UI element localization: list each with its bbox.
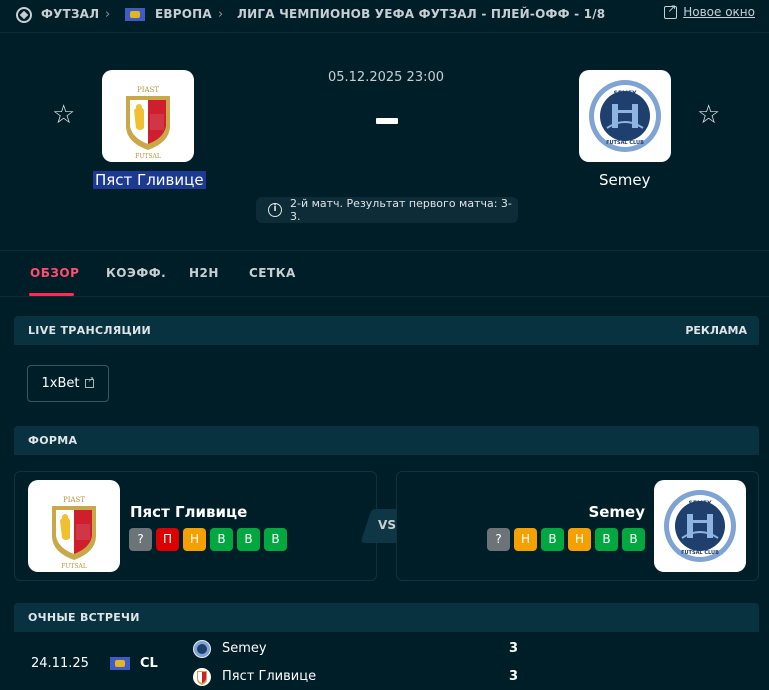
- live-section-header: LIVE ТРАНСЛЯЦИИ РЕКЛАМА: [14, 316, 759, 345]
- h2h-team2-name: Пяст Гливице: [222, 669, 317, 684]
- h2h-match-date: 24.11.25: [31, 656, 89, 671]
- away-team-name[interactable]: Semey: [599, 171, 650, 189]
- h2h-team1-score: 3: [509, 641, 519, 656]
- away-form-badges: ? Н В Н В В: [487, 528, 645, 551]
- tab-overview[interactable]: ОБЗОР: [30, 266, 79, 280]
- logo-text: FUTSAL: [135, 153, 161, 160]
- h2h-section-header: ОЧНЫЕ ВСТРЕЧИ: [14, 603, 759, 632]
- away-form-logo: SEMEY FUTSAL CLUB: [654, 480, 746, 572]
- favorite-star-icon-away[interactable]: ☆: [697, 100, 720, 130]
- logo-text: SEMEY: [689, 500, 712, 507]
- external-window-icon: [664, 2, 678, 19]
- external-link-icon: [85, 375, 95, 388]
- form-result-badge[interactable]: П: [156, 528, 179, 551]
- semey-mini-logo: [193, 640, 211, 658]
- chevron-right-icon: ›: [218, 7, 224, 22]
- breadcrumb: ФУТЗАЛ › ЕВРОПА › ЛИГА ЧЕМПИОНОВ УЕФА ФУ…: [0, 0, 769, 30]
- home-form-team-name: Пяст Гливице: [130, 503, 248, 521]
- h2h-team2-score: 3: [509, 669, 519, 684]
- new-window-label: Новое окно: [683, 5, 755, 19]
- breadcrumb-competition[interactable]: ЛИГА ЧЕМПИОНОВ УЕФА ФУТЗАЛ - ПЛЕЙ-ОФФ - …: [237, 7, 605, 21]
- bookmaker-label: 1xBet: [41, 376, 80, 391]
- form-result-badge[interactable]: ?: [129, 528, 152, 551]
- logo-text: FUTSAL: [61, 563, 87, 570]
- form-result-badge[interactable]: Н: [514, 528, 537, 551]
- away-form-team-name: Semey: [588, 503, 645, 521]
- europe-flag-icon: [125, 8, 145, 21]
- futsal-ball-icon: [16, 7, 32, 23]
- form-result-badge[interactable]: В: [595, 528, 618, 551]
- favorite-star-icon-home[interactable]: ☆: [52, 100, 75, 130]
- logo-text: FUTSAL CLUB: [681, 550, 719, 556]
- h2h-team1-name: Semey: [222, 641, 267, 656]
- europe-flag-icon: [110, 657, 130, 670]
- breadcrumb-sport[interactable]: ФУТЗАЛ: [41, 7, 99, 21]
- chevron-right-icon: ›: [105, 7, 111, 22]
- tab-h2h[interactable]: H2H: [189, 266, 219, 280]
- form-section-header: ФОРМА: [14, 426, 759, 455]
- form-section-title: ФОРМА: [28, 434, 78, 447]
- match-info-text: 2-й матч. Результат первого матча: 3-3.: [290, 197, 512, 223]
- match-info-note: i 2-й матч. Результат первого матча: 3-3…: [256, 197, 518, 223]
- home-team-logo[interactable]: PIAST FUTSAL: [102, 70, 194, 162]
- h2h-competition: CL: [140, 656, 158, 671]
- live-section-title: LIVE ТРАНСЛЯЦИИ: [28, 324, 152, 337]
- score-separator: [376, 118, 398, 124]
- piast-mini-logo: [193, 668, 211, 686]
- home-form-badges: ? П Н В В В: [129, 528, 287, 551]
- logo-text: PIAST: [137, 86, 159, 94]
- away-team-logo[interactable]: SEMEY FUTSAL CLUB: [579, 70, 671, 162]
- form-result-badge[interactable]: Н: [183, 528, 206, 551]
- form-result-badge[interactable]: Н: [568, 528, 591, 551]
- logo-text: FUTSAL CLUB: [606, 140, 644, 146]
- form-result-badge[interactable]: В: [622, 528, 645, 551]
- home-team-name[interactable]: Пяст Гливице: [93, 171, 206, 189]
- match-datetime: 05.12.2025 23:00: [327, 70, 445, 85]
- h2h-section-title: ОЧНЫЕ ВСТРЕЧИ: [28, 611, 140, 624]
- home-form-logo: PIAST FUTSAL: [28, 480, 120, 572]
- form-result-badge[interactable]: В: [210, 528, 233, 551]
- form-result-badge[interactable]: ?: [487, 528, 510, 551]
- form-result-badge[interactable]: В: [541, 528, 564, 551]
- tab-bracket[interactable]: СЕТКА: [249, 266, 296, 280]
- form-result-badge[interactable]: В: [237, 528, 260, 551]
- logo-text: PIAST: [63, 496, 85, 504]
- info-icon: i: [268, 203, 282, 217]
- tab-odds[interactable]: КОЭФФ.: [106, 266, 166, 280]
- bookmaker-button[interactable]: 1xBet: [27, 365, 109, 402]
- form-result-badge[interactable]: В: [264, 528, 287, 551]
- logo-text: SEMEY: [614, 90, 637, 97]
- ad-label: РЕКЛАМА: [685, 324, 747, 337]
- new-window-link[interactable]: Новое окно: [664, 2, 755, 19]
- breadcrumb-region[interactable]: ЕВРОПА: [155, 7, 212, 21]
